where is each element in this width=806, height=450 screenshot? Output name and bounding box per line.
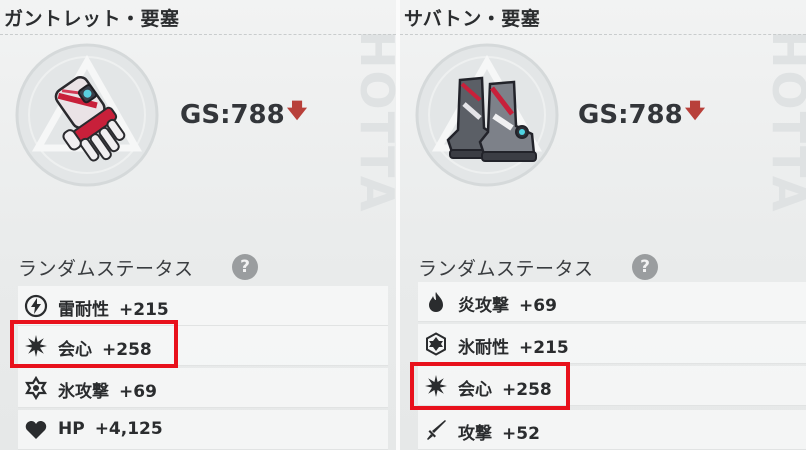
stat-name: 氷耐性 xyxy=(458,338,509,358)
flame-attack-icon xyxy=(429,292,443,312)
gear-panel-gauntlet: HOTTA ガントレット・要塞 GS:788 🡇 ランダムステータス ? 雷耐性… xyxy=(0,0,396,450)
thunder-resist-icon xyxy=(24,294,48,318)
ice-resist-icon xyxy=(426,332,446,356)
stat-name: 炎攻撃 xyxy=(458,296,509,316)
stat-row: HP +4,125 xyxy=(18,410,388,450)
help-button[interactable]: ? xyxy=(232,254,258,280)
arrow-down-icon: 🡇 xyxy=(684,98,706,122)
stat-row: 攻撃 +52 xyxy=(418,410,806,450)
gear-panel-sabaton: HOTTA サバトン・要塞 GS:788 🡇 ランダムステータス ? 炎攻撃 +69 xyxy=(400,0,806,450)
stat-value: +4,125 xyxy=(94,419,163,439)
hotta-watermark: HOTTA xyxy=(350,30,396,214)
stat-name: 氷攻撃 xyxy=(58,382,109,402)
stat-value: +69 xyxy=(519,296,557,316)
help-button[interactable]: ? xyxy=(632,254,658,280)
hotta-watermark: HOTTA xyxy=(762,30,806,214)
ice-attack-icon xyxy=(25,376,47,400)
item-title: サバトン・要塞 xyxy=(404,8,541,30)
random-stats-heading: ランダムステータス xyxy=(18,258,194,280)
gear-score-value: GS:788 xyxy=(180,100,285,130)
stat-value: +215 xyxy=(119,300,169,320)
gear-score: GS:788 🡇 xyxy=(180,96,307,130)
gear-score: GS:788 🡇 xyxy=(578,96,705,130)
title-divider xyxy=(400,34,806,35)
stat-name: 攻撃 xyxy=(458,424,492,444)
stat-row: 炎攻撃 +69 xyxy=(418,282,806,322)
item-title: ガントレット・要塞 xyxy=(4,8,180,30)
stat-row: 氷攻撃 +69 xyxy=(18,368,388,408)
highlight-box xyxy=(10,320,178,368)
gear-score-value: GS:788 xyxy=(578,100,683,130)
highlight-box xyxy=(410,362,570,410)
stat-name: HP xyxy=(58,419,85,439)
sabaton-boots-icon[interactable] xyxy=(438,70,542,170)
sword-attack-icon xyxy=(427,420,446,440)
heart-icon xyxy=(25,421,47,439)
stat-value: +69 xyxy=(119,382,157,402)
title-divider xyxy=(0,34,396,35)
stat-name: 雷耐性 xyxy=(58,300,109,320)
stat-value: +52 xyxy=(502,424,540,444)
stat-value: +215 xyxy=(519,338,569,358)
stat-row: 氷耐性 +215 xyxy=(418,324,806,364)
gauntlet-icon[interactable] xyxy=(44,72,136,168)
random-stats-heading: ランダムステータス xyxy=(418,258,594,280)
arrow-down-icon: 🡇 xyxy=(286,98,308,122)
